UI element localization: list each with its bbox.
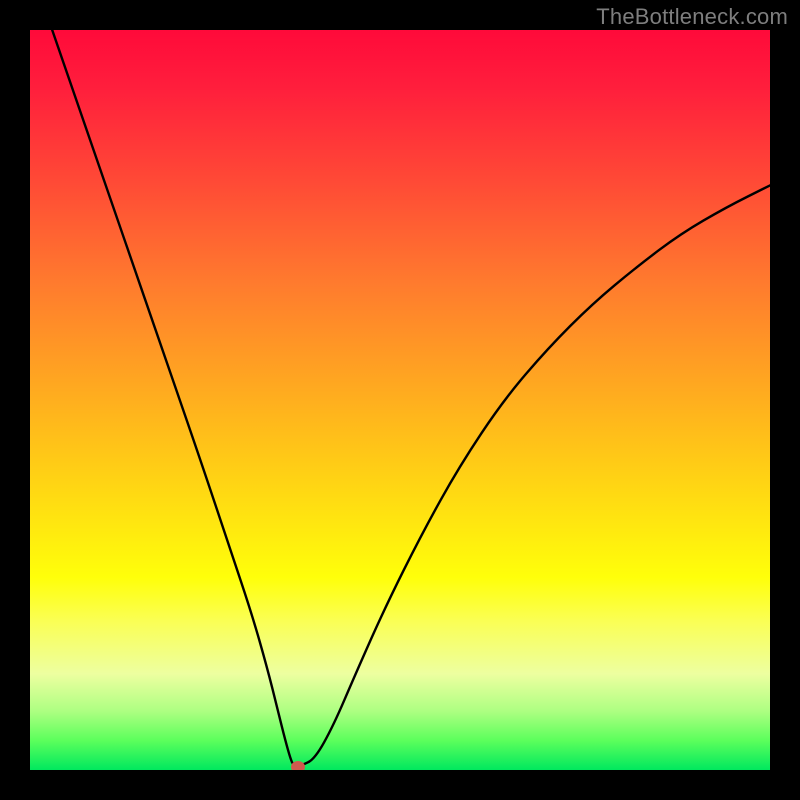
bottleneck-curve	[52, 30, 770, 766]
curve-layer	[30, 30, 770, 770]
watermark-text: TheBottleneck.com	[596, 4, 788, 30]
optimum-marker	[291, 761, 305, 770]
chart-frame: TheBottleneck.com	[0, 0, 800, 800]
plot-area	[30, 30, 770, 770]
